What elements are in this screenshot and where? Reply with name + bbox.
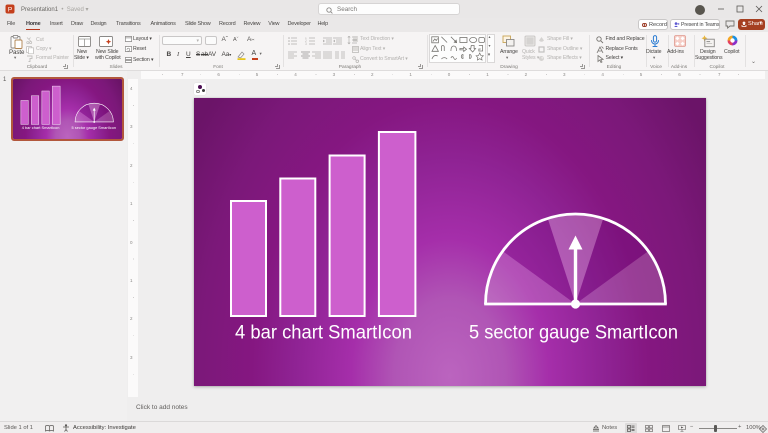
svg-text:3: 3 bbox=[305, 42, 307, 45]
svg-text:P: P bbox=[8, 6, 12, 13]
